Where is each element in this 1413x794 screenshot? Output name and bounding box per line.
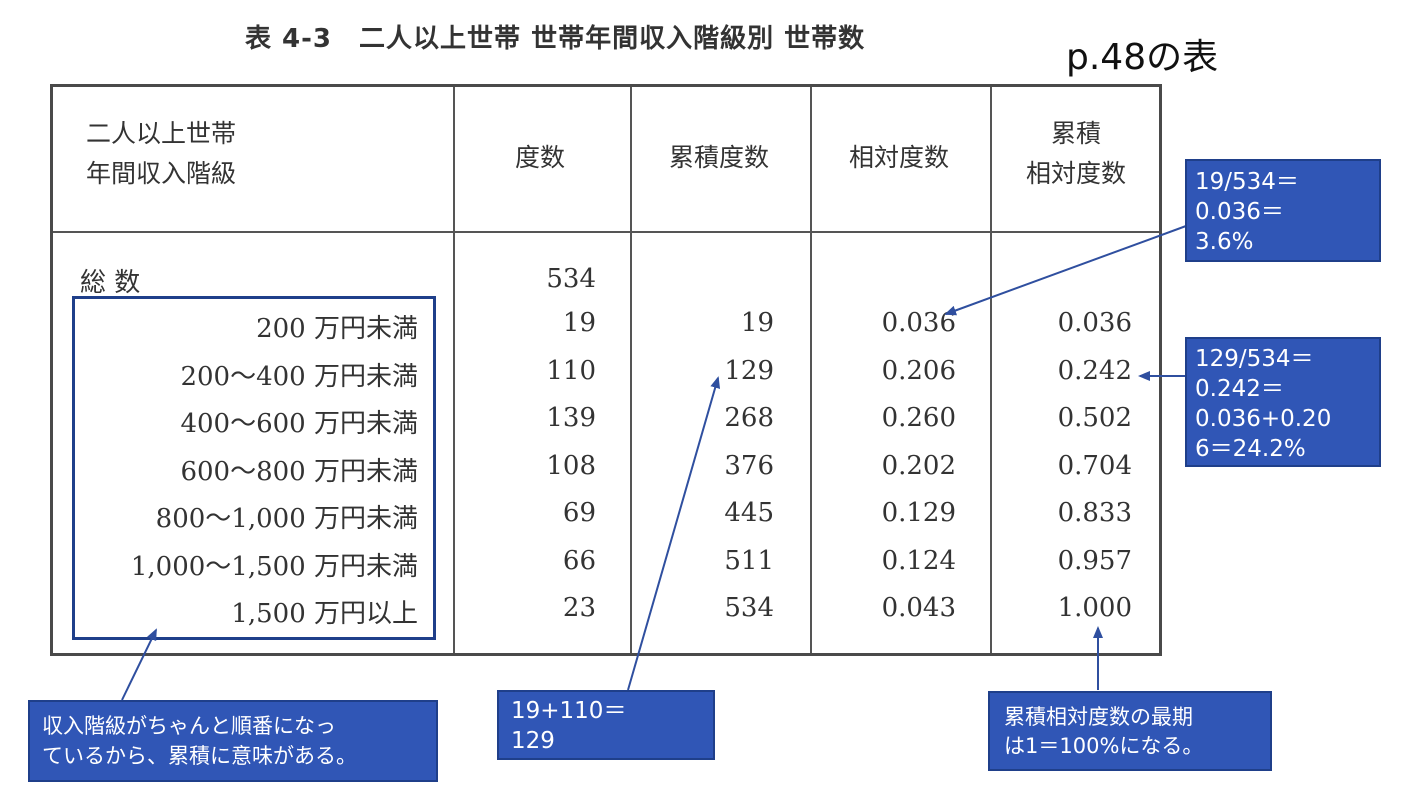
- callout-line: 3.6%: [1195, 229, 1254, 255]
- arrow-to-cum-freq: [627, 376, 721, 691]
- callout-line: 6＝24.2%: [1195, 436, 1306, 462]
- callout-line: 0.036＝: [1195, 199, 1284, 225]
- callout-line: は1＝100%になる。: [1004, 734, 1204, 758]
- callout-line: 収入階級がちゃんと順番になっ: [42, 714, 336, 738]
- arrow-to-rel-freq: [944, 225, 1187, 316]
- cumulative-relative-callout: 129/534＝ 0.242＝ 0.036+0.20 6＝24.2%: [1185, 337, 1381, 467]
- cumulative-frequency-callout: 19+110＝ 129: [497, 690, 715, 760]
- callout-line: ているから、累積に意味がある。: [42, 744, 357, 768]
- callout-line: 0.036+0.20: [1195, 406, 1332, 432]
- callout-line: 129: [511, 728, 555, 754]
- callout-line: 19+110＝: [511, 698, 627, 724]
- arrow-to-income-bracket: [121, 628, 157, 701]
- callout-line: 129/534＝: [1195, 346, 1314, 372]
- callout-line: 19/534＝: [1195, 169, 1299, 195]
- callout-line: 0.242＝: [1195, 376, 1284, 402]
- final-cumulative-note-callout: 累積相対度数の最期 は1＝100%になる。: [988, 691, 1272, 771]
- callout-line: 累積相対度数の最期: [1004, 705, 1193, 729]
- income-order-note-callout: 収入階級がちゃんと順番になっ ているから、累積に意味がある。: [28, 700, 438, 782]
- relative-frequency-callout: 19/534＝ 0.036＝ 3.6%: [1185, 159, 1381, 262]
